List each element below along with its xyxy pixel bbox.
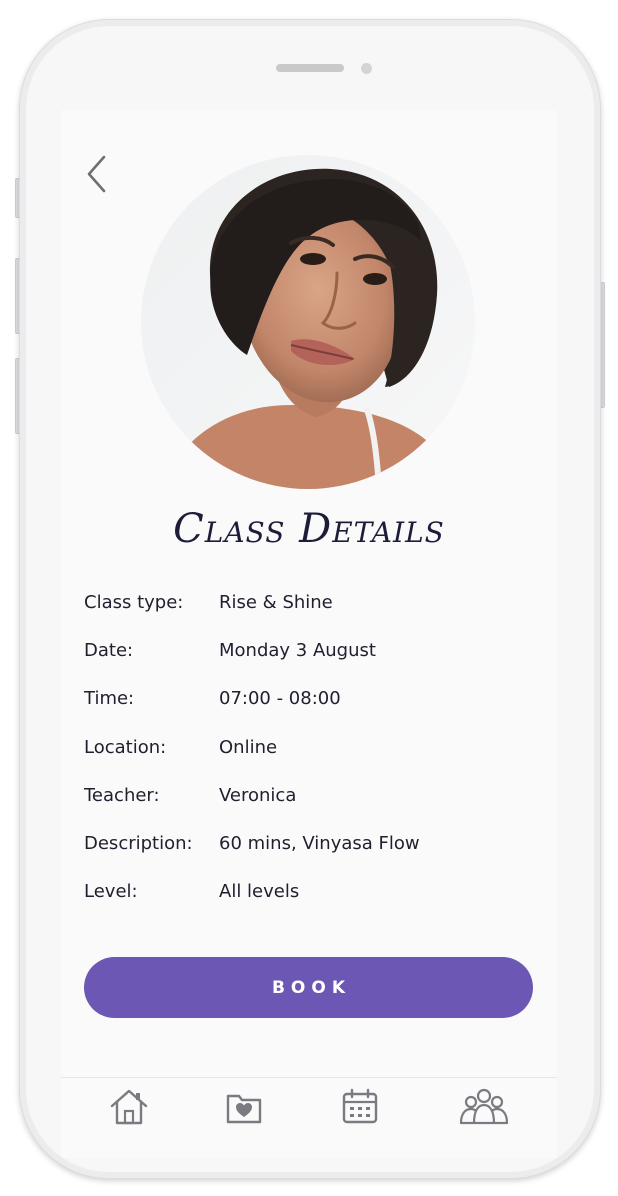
detail-label: Time: [84, 688, 135, 710]
phone-camera [361, 63, 372, 74]
detail-value: All levels [219, 881, 300, 903]
detail-label: Date: [84, 640, 134, 662]
detail-value: Rise & Shine [219, 592, 333, 613]
bottom-tab-bar [61, 1078, 557, 1138]
page-title: Class Details [173, 506, 445, 552]
detail-row-description: Description: 60 mins, Vinyasa Flow [84, 833, 544, 881]
book-button[interactable]: BOOK [84, 957, 533, 1018]
tab-community[interactable] [456, 1084, 512, 1130]
detail-row-level: Level: All levels [84, 881, 544, 929]
phone-speaker [276, 64, 344, 72]
detail-row-location: Location: Online [84, 737, 544, 785]
community-icon [459, 1088, 509, 1125]
class-details-list: Class type: Rise & Shine Date: Monday 3 … [84, 592, 544, 929]
detail-row-class-type: Class type: Rise & Shine [84, 592, 544, 640]
tab-favorites[interactable] [221, 1084, 267, 1130]
detail-label: Level: [84, 881, 138, 903]
app-stage: Class Details Class type: Rise & Shine D… [0, 0, 618, 1196]
folder-heart-icon [226, 1094, 262, 1124]
detail-value: Monday 3 August [219, 640, 376, 662]
calendar-icon [342, 1088, 378, 1124]
detail-row-time: Time: 07:00 - 08:00 [84, 688, 544, 736]
back-button[interactable] [84, 152, 110, 196]
detail-value: 07:00 - 08:00 [219, 688, 341, 710]
detail-label: Class type: [84, 592, 184, 613]
chevron-left-icon [87, 155, 106, 193]
detail-row-teacher: Teacher: Veronica [84, 785, 544, 833]
detail-row-date: Date: Monday 3 August [84, 640, 544, 688]
teacher-photo [141, 155, 475, 489]
detail-label: Teacher: [84, 784, 160, 806]
tab-schedule[interactable] [337, 1084, 383, 1130]
detail-value: 60 mins, Vinyasa Flow [219, 832, 420, 854]
home-icon [110, 1089, 148, 1125]
detail-label: Location: [84, 736, 167, 758]
detail-value: Veronica [219, 784, 297, 806]
tab-home[interactable] [106, 1084, 152, 1130]
detail-value: Online [219, 736, 278, 758]
detail-label: Description: [84, 832, 193, 854]
